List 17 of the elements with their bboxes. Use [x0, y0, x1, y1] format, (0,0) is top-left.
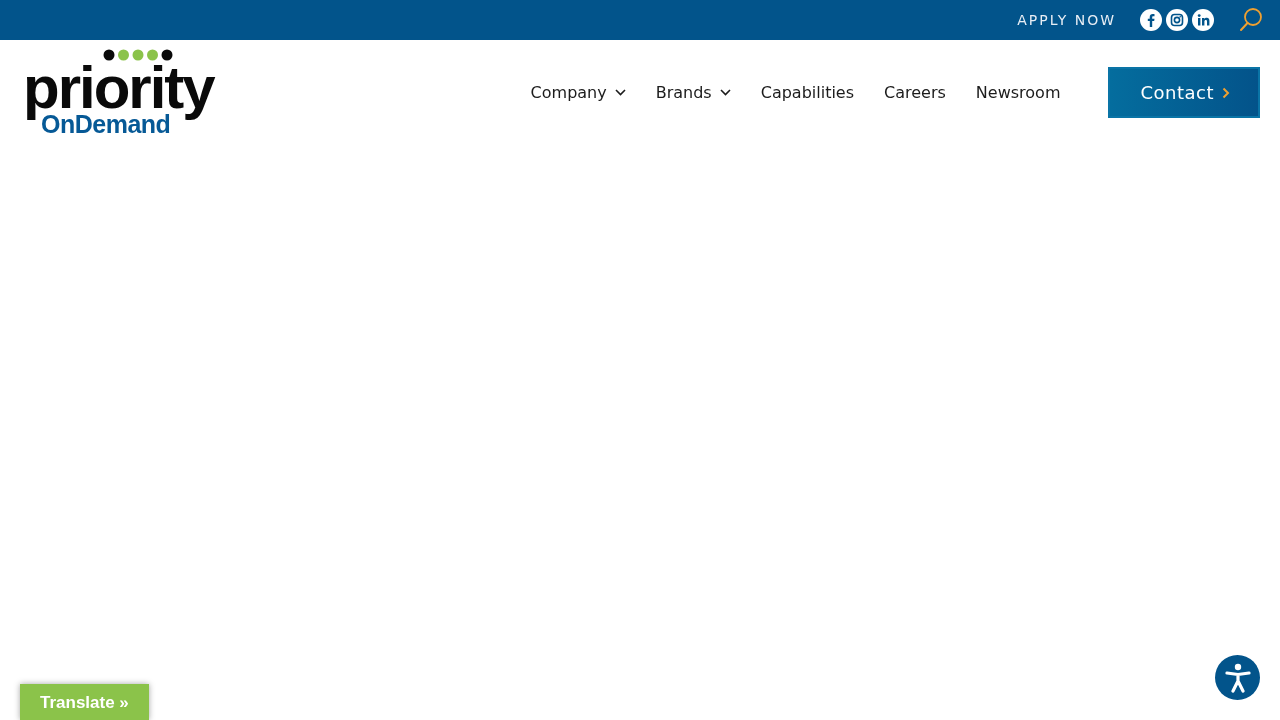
apply-now-link[interactable]: APPLY NOW — [1017, 9, 1116, 31]
logo[interactable]: priority OnDemand — [23, 48, 214, 137]
linkedin-icon[interactable] — [1192, 9, 1214, 31]
nav-link[interactable]: Careers — [884, 80, 946, 105]
facebook-icon[interactable] — [1140, 9, 1162, 31]
search-icon[interactable] — [1238, 7, 1264, 33]
accessibility-button[interactable] — [1215, 655, 1260, 700]
nav-link[interactable]: Brands — [655, 80, 731, 105]
nav-link[interactable]: Newsroom — [975, 80, 1061, 105]
nav-link[interactable]: Company — [530, 80, 626, 105]
contact-button[interactable]: Contact — [1108, 67, 1260, 118]
accessibility-icon — [1224, 662, 1251, 693]
instagram-icon[interactable] — [1166, 9, 1188, 31]
nav-link[interactable]: Capabilities — [760, 80, 855, 105]
chevron-down-icon — [719, 89, 731, 96]
chevron-right-icon — [1222, 86, 1230, 99]
chevron-down-icon — [614, 89, 626, 96]
